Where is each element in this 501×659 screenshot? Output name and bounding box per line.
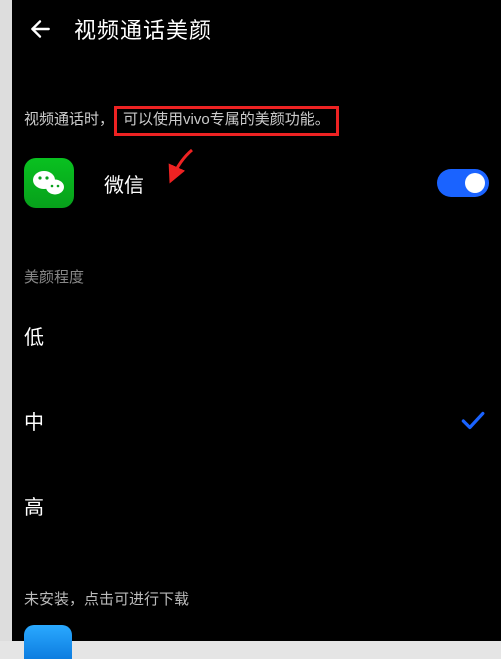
beauty-level-high[interactable]: 高 (12, 463, 501, 548)
description-row: 视频通话时， 可以使用vivo专属的美颜功能。 (12, 58, 501, 150)
check-slot (459, 323, 485, 349)
toggle-knob (465, 173, 485, 193)
check-icon (459, 408, 485, 434)
wechat-icon (24, 158, 74, 208)
level-label: 高 (24, 491, 44, 520)
phone-screen: 视频通话美颜 视频通话时， 可以使用vivo专属的美颜功能。 微信 (12, 0, 501, 641)
app-enable-toggle[interactable] (437, 169, 489, 197)
left-gutter (0, 0, 12, 641)
beauty-section-label: 美颜程度 (12, 232, 501, 293)
description-prefix: 视频通话时， (24, 108, 114, 129)
wechat-bubbles-icon (31, 167, 67, 199)
download-app-icon[interactable] (24, 625, 72, 659)
check-slot (459, 493, 485, 519)
level-label: 中 (24, 406, 44, 435)
level-label: 低 (24, 321, 44, 350)
arrow-left-icon (27, 16, 53, 42)
app-name-label: 微信 (104, 169, 437, 198)
beauty-level-list: 低 中 高 (12, 293, 501, 548)
beauty-level-medium[interactable]: 中 (12, 378, 501, 463)
page-title: 视频通话美颜 (74, 13, 212, 45)
description-highlight: 可以使用vivo专属的美颜功能。 (114, 106, 339, 136)
beauty-level-low[interactable]: 低 (12, 293, 501, 378)
header-bar: 视频通话美颜 (12, 0, 501, 58)
app-toggle-row: 微信 (12, 150, 501, 232)
frame: 视频通话美颜 视频通话时， 可以使用vivo专属的美颜功能。 微信 (0, 0, 501, 641)
not-installed-hint: 未安装，点击可进行下载 (12, 548, 501, 619)
back-button[interactable] (24, 13, 56, 45)
